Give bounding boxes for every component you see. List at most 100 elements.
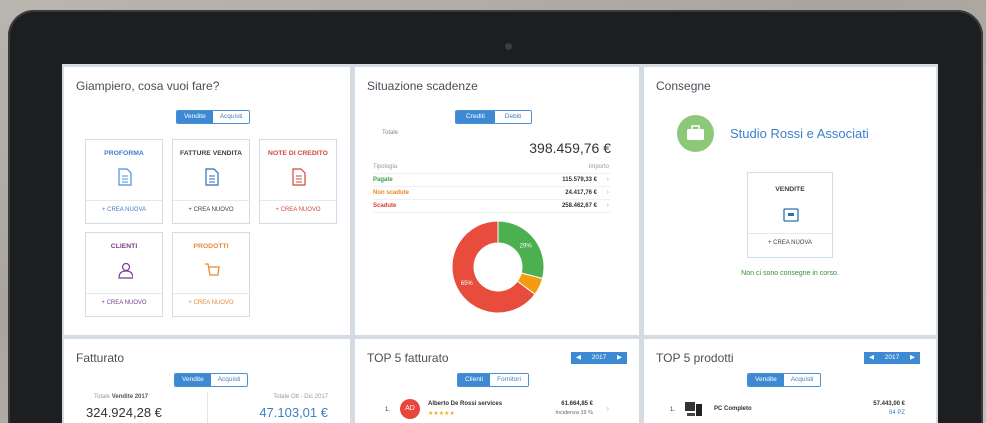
label-strong: Vendite 2017 [111, 394, 149, 400]
computer-icon [685, 402, 702, 416]
deliveries-title: Consegne [656, 79, 711, 93]
delivery-box-icon [783, 208, 799, 222]
toggle-crediti[interactable]: Crediti [456, 111, 495, 123]
top5-revenue-card: TOP 5 fatturato ◀ 2017 ▶ Clienti Fornito… [355, 339, 639, 423]
create-proforma-link[interactable]: + CREA NUOVA [86, 207, 162, 213]
users-icon [118, 262, 133, 279]
quarter-total-label: Totale Ott - Dic 2017 [273, 394, 328, 400]
toggle-acquisti[interactable]: Acquisti [783, 374, 821, 386]
year-selector[interactable]: ◀ 2017 ▶ [571, 352, 627, 364]
briefcase-icon [677, 115, 714, 152]
create-delivery-link[interactable]: + CREA NUOVA [748, 240, 832, 246]
top5-products-card: TOP 5 prodotti ◀ 2017 ▶ Vendite Acquisti… [644, 339, 936, 423]
top5-products-title: TOP 5 prodotti [656, 351, 734, 365]
row-label: Non scadute [373, 190, 410, 196]
deliveries-card: Consegne Studio Rossi e Associati VENDIT… [644, 67, 936, 335]
rating-stars: ★★★★★ [428, 411, 455, 417]
products-toggle: Vendite Acquisti [747, 373, 822, 387]
total-value: 398.459,76 € [529, 140, 611, 156]
chevron-right-icon[interactable]: ▶ [910, 352, 915, 364]
row-value: 115.579,33 € [562, 177, 597, 183]
sales-purchases-toggle: Vendite Acquisti [176, 110, 251, 124]
tile-divider [748, 233, 832, 234]
chevron-right-icon: › [606, 189, 609, 196]
rank: 1. [670, 407, 676, 413]
company-name[interactable]: Studio Rossi e Associati [730, 126, 869, 141]
empty-deliveries-message: Non ci sono consegne in corso. [741, 270, 839, 277]
cart-icon [205, 263, 220, 276]
divider [207, 392, 208, 423]
tile-divider [173, 293, 249, 294]
col-tipologia: Tipologia [373, 164, 398, 170]
create-client-link[interactable]: + CREA NUOVO [86, 300, 162, 306]
revenue-card: Fatturato Vendite Acquisti Totale Vendit… [64, 339, 350, 423]
chevron-right-icon: › [606, 176, 609, 183]
toggle-clienti[interactable]: Clienti [458, 374, 491, 386]
toggle-vendite[interactable]: Vendite [748, 374, 784, 386]
table-row-pagate[interactable]: Pagate 115.579,33 € › [373, 174, 611, 187]
client-value: 61.664,85 € [561, 401, 593, 407]
donut-label: 29% [520, 244, 533, 250]
toggle-acquisti[interactable]: Acquisti [210, 374, 248, 386]
tile-divider [260, 200, 336, 201]
label-prefix: Totale [94, 394, 111, 400]
create-credit-note-link[interactable]: + CREA NUOVO [260, 207, 336, 213]
toggle-debiti[interactable]: Debiti [494, 111, 532, 123]
toggle-vendite[interactable]: Vendite [177, 111, 213, 123]
tile-note-credito[interactable]: NOTE DI CREDITO + CREA NUOVO [259, 139, 337, 224]
list-item[interactable]: 1. PC Completo 57.443,00 € 84 PZ [670, 397, 910, 423]
tile-prodotti[interactable]: PRODOTTI + CREA NUOVO [172, 232, 250, 317]
list-item[interactable]: 1. AD Alberto De Rossi services ★★★★★ 61… [385, 397, 615, 423]
year-value: 2017 [591, 354, 607, 361]
table-row-scadute[interactable]: Scadute 258.462,67 € › [373, 200, 611, 213]
chevron-right-icon: › [606, 202, 609, 209]
tile-fatture-vendita[interactable]: FATTURE VENDITA + CREA NUOVO [172, 139, 250, 224]
create-invoice-link[interactable]: + CREA NUOVO [173, 207, 249, 213]
col-importo: Importo [588, 164, 609, 170]
donut-slice-pagate[interactable] [497, 220, 545, 280]
deadlines-card: Situazione scadenze Crediti Debiti Total… [355, 67, 639, 335]
webcam [505, 43, 512, 50]
tile-proforma[interactable]: PROFORMA + CREA NUOVA [85, 139, 163, 224]
tile-vendite-title: VENDITE [775, 186, 805, 193]
tile-divider [173, 200, 249, 201]
table-row-non-scadute[interactable]: Non scadute 24.417,76 € › [373, 187, 611, 200]
row-value: 24.417,76 € [565, 190, 597, 196]
product-value: 57.443,00 € [873, 401, 905, 407]
chevron-left-icon[interactable]: ◀ [869, 352, 874, 364]
year-total-value: 324.924,28 € [86, 405, 162, 420]
chevron-left-icon[interactable]: ◀ [576, 352, 581, 364]
tile-fatture-title: FATTURE VENDITA [179, 150, 243, 157]
table-header: Tipologia Importo [373, 161, 611, 174]
tile-note-title: NOTE DI CREDITO [268, 150, 328, 157]
credit-note-icon [292, 168, 306, 186]
chevron-right-icon[interactable]: ▶ [617, 352, 622, 364]
toggle-acquisti[interactable]: Acquisti [212, 111, 250, 123]
tile-vendite-consegne[interactable]: VENDITE + CREA NUOVA [747, 172, 833, 258]
tile-clienti-title: CLIENTI [110, 243, 138, 250]
clients-suppliers-toggle: Clienti Fornitori [457, 373, 529, 387]
product-name: PC Completo [714, 406, 752, 412]
tile-divider [86, 293, 162, 294]
year-value: 2017 [884, 354, 900, 361]
invoice-icon [205, 168, 219, 186]
tile-prodotti-title: PRODOTTI [193, 243, 229, 250]
tile-proforma-title: PROFORMA [104, 150, 144, 157]
product-qty: 84 PZ [888, 410, 905, 416]
toggle-fornitori[interactable]: Fornitori [490, 374, 528, 386]
revenue-toggle: Vendite Acquisti [174, 373, 249, 387]
quick-actions-card: Giampiero, cosa vuoi fare? Vendite Acqui… [64, 67, 350, 335]
top5-revenue-title: TOP 5 fatturato [367, 351, 449, 365]
tile-clienti[interactable]: CLIENTI + CREA NUOVO [85, 232, 163, 317]
document-icon [118, 168, 132, 186]
year-selector[interactable]: ◀ 2017 ▶ [864, 352, 920, 364]
deadlines-title: Situazione scadenze [367, 79, 478, 93]
quick-actions-title: Giampiero, cosa vuoi fare? [76, 79, 220, 93]
credits-debits-toggle: Crediti Debiti [455, 110, 533, 124]
create-product-link[interactable]: + CREA NUOVO [173, 300, 249, 306]
row-label: Pagate [373, 177, 393, 183]
tile-divider [86, 200, 162, 201]
toggle-vendite[interactable]: Vendite [175, 374, 211, 386]
row-label: Scadute [373, 203, 397, 209]
dashboard-screen: Giampiero, cosa vuoi fare? Vendite Acqui… [62, 64, 938, 423]
